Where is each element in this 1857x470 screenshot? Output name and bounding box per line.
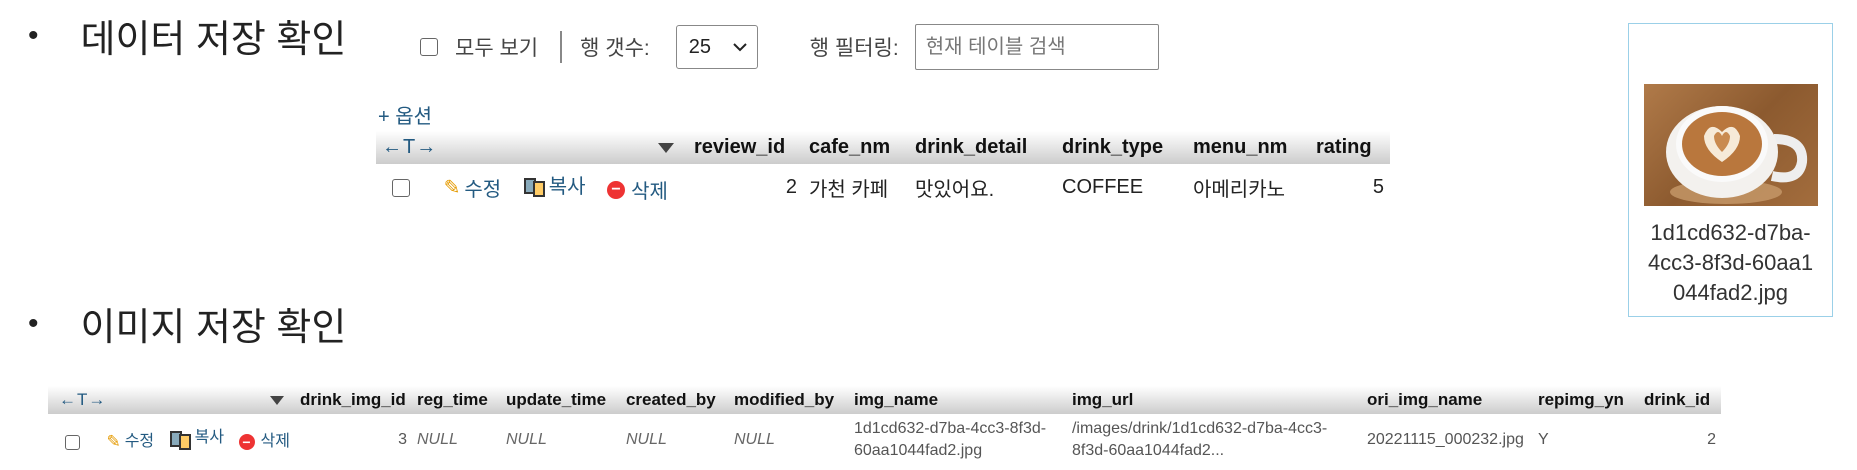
caption-line: 4cc3-8f3d-60aa1 bbox=[1647, 250, 1814, 275]
column-header-reg-time[interactable]: reg_time bbox=[411, 386, 501, 414]
toolbar-divider bbox=[560, 31, 563, 63]
row-filter-input[interactable] bbox=[914, 24, 1159, 70]
cell-drink-id[interactable]: 2 bbox=[1639, 414, 1721, 466]
delete-link[interactable]: 삭제 bbox=[261, 431, 290, 453]
column-resize-arrows-icon[interactable]: ←T→ bbox=[59, 390, 106, 410]
caption-line: 044fad2.jpg bbox=[1673, 280, 1788, 305]
coffee-cup-image bbox=[1643, 84, 1818, 206]
copy-action[interactable]: 복사 bbox=[523, 170, 586, 199]
cell-repimg-yn: Y bbox=[1537, 431, 1549, 448]
cell-reg-time: NULL bbox=[416, 431, 458, 448]
section-title: 이미지 저장 확인 bbox=[80, 307, 347, 349]
delete-action[interactable]: − 삭제 bbox=[238, 431, 290, 453]
column-header-created-by[interactable]: created_by bbox=[620, 386, 729, 414]
copy-link[interactable]: 복사 bbox=[549, 170, 586, 199]
image-table: ←T→ drink_img_id reg_time update_time cr… bbox=[48, 386, 1721, 466]
cell-update-time: NULL bbox=[505, 431, 547, 448]
column-controls-header: ←T→ bbox=[48, 386, 295, 414]
table-row: ✎ 수정 복사 − 삭제 3 NULL NULL NULL NULL 1d1cd63… bbox=[48, 414, 1721, 466]
img-name-line: 1d1cd632-d7ba-4cc3-8f3d- bbox=[853, 420, 1047, 437]
options-link[interactable]: + 옵션 bbox=[378, 100, 432, 129]
coffee-latte-art-picture bbox=[1665, 106, 1807, 204]
column-header-drink-type[interactable]: drink_type bbox=[1056, 131, 1187, 164]
row-actions: ✎ 수정 복사 − 삭제 bbox=[376, 164, 688, 210]
row-checkbox[interactable] bbox=[65, 434, 80, 450]
cell-drink-detail: 맛있어요. bbox=[915, 178, 995, 201]
row-filter-label: 행 필터링: bbox=[809, 37, 899, 60]
cell-modified-by: NULL bbox=[733, 431, 775, 448]
bullet-dot: • bbox=[28, 18, 39, 52]
delete-link[interactable]: 삭제 bbox=[631, 175, 668, 204]
column-header-ori-img-name[interactable]: ori_img_name bbox=[1361, 386, 1533, 414]
column-header-modified-by[interactable]: modified_by bbox=[728, 386, 849, 414]
cell-img-url: /images/drink/1d1cd632-d7ba-4cc3- 8f3d-6… bbox=[1067, 414, 1362, 466]
table-toolbar: 모두 보기 행 갯수: 25 행 필터링: bbox=[420, 24, 1159, 70]
row-count-select[interactable]: 25 bbox=[675, 25, 758, 69]
show-all-label: 모두 보기 bbox=[455, 37, 539, 60]
cell-img-name: 1d1cd632-d7ba-4cc3-8f3d- 60aa1044fad2.jp… bbox=[849, 414, 1067, 466]
column-header-drink-id[interactable]: drink_id bbox=[1638, 386, 1721, 414]
copy-action[interactable]: 복사 bbox=[169, 427, 224, 450]
caption-line: 1d1cd632-d7ba- bbox=[1650, 220, 1811, 245]
show-all-checkbox[interactable] bbox=[420, 38, 438, 56]
edit-link[interactable]: 수정 bbox=[125, 431, 154, 453]
delete-icon: − bbox=[238, 433, 255, 450]
sort-dropdown-icon[interactable] bbox=[658, 142, 674, 153]
img-url-line: 8f3d-60aa1044fad2... bbox=[1071, 442, 1225, 459]
cell-drink-type: COFFEE bbox=[1062, 175, 1144, 198]
cell-ori-img-name: 20221115_000232.jpg bbox=[1366, 431, 1524, 448]
cell-menu-nm: 아메리카노 bbox=[1193, 178, 1285, 201]
header-row: ←T→ review_id cafe_nm drink_detail drink… bbox=[376, 131, 1390, 164]
image-preview-card: 1d1cd632-d7ba- 4cc3-8f3d-60aa1 044fad2.j… bbox=[1628, 23, 1833, 317]
pencil-icon: ✎ bbox=[106, 431, 121, 451]
cell-rating: 5 bbox=[1372, 175, 1384, 198]
row-count-label: 행 갯수: bbox=[580, 37, 650, 60]
section-title: 데이터 저장 확인 bbox=[80, 19, 347, 61]
image-caption: 1d1cd632-d7ba- 4cc3-8f3d-60aa1 044fad2.j… bbox=[1629, 218, 1832, 308]
review-table: ←T→ review_id cafe_nm drink_detail drink… bbox=[376, 131, 1390, 210]
section-heading-image: • 이미지 저장 확인 bbox=[28, 296, 346, 351]
cell-created-by: NULL bbox=[625, 431, 667, 448]
edit-link[interactable]: 수정 bbox=[464, 173, 501, 202]
column-header-rating[interactable]: rating bbox=[1310, 131, 1390, 164]
row-actions: ✎ 수정 복사 − 삭제 bbox=[48, 414, 295, 466]
copy-icon bbox=[169, 429, 191, 450]
edit-action[interactable]: ✎ 수정 bbox=[444, 173, 502, 202]
column-header-cafe-nm[interactable]: cafe_nm bbox=[803, 131, 909, 164]
column-controls-header: ←T→ bbox=[376, 131, 688, 164]
sort-dropdown-icon[interactable] bbox=[269, 395, 284, 405]
section-heading-data: • 데이터 저장 확인 bbox=[28, 8, 346, 63]
row-checkbox[interactable] bbox=[392, 179, 410, 198]
header-row: ←T→ drink_img_id reg_time update_time cr… bbox=[48, 386, 1721, 414]
chevron-down-icon bbox=[733, 43, 747, 52]
copy-link[interactable]: 복사 bbox=[195, 427, 224, 449]
img-name-line: 60aa1044fad2.jpg bbox=[853, 442, 983, 459]
column-header-review-id[interactable]: review_id bbox=[688, 131, 803, 164]
column-header-update-time[interactable]: update_time bbox=[500, 386, 621, 414]
cell-cafe-nm: 가천 카페 bbox=[809, 178, 889, 201]
img-url-line: /images/drink/1d1cd632-d7ba-4cc3- bbox=[1071, 420, 1328, 437]
column-header-img-url[interactable]: img_url bbox=[1066, 386, 1362, 414]
row-count-value: 25 bbox=[688, 35, 712, 58]
cell-drink-img-id: 3 bbox=[398, 431, 407, 448]
delete-icon: − bbox=[607, 180, 626, 199]
column-header-drink-img-id[interactable]: drink_img_id bbox=[294, 386, 412, 414]
column-resize-arrows-icon[interactable]: ←T→ bbox=[382, 136, 437, 159]
copy-icon bbox=[523, 176, 545, 197]
pencil-icon: ✎ bbox=[443, 176, 461, 199]
table-row: ✎ 수정 복사 − 삭제 2 가천 카페 맛있어요. COFFEE 아메리카노 5 bbox=[376, 164, 1390, 210]
cell-review-id: 2 bbox=[785, 175, 797, 198]
bullet-dot: • bbox=[28, 306, 39, 340]
column-header-repimg-yn[interactable]: repimg_yn bbox=[1532, 386, 1639, 414]
edit-action[interactable]: ✎ 수정 bbox=[106, 431, 154, 453]
delete-action[interactable]: − 삭제 bbox=[607, 175, 668, 204]
column-header-img-name[interactable]: img_name bbox=[848, 386, 1067, 414]
column-header-menu-nm[interactable]: menu_nm bbox=[1187, 131, 1310, 164]
column-header-drink-detail[interactable]: drink_detail bbox=[909, 131, 1056, 164]
